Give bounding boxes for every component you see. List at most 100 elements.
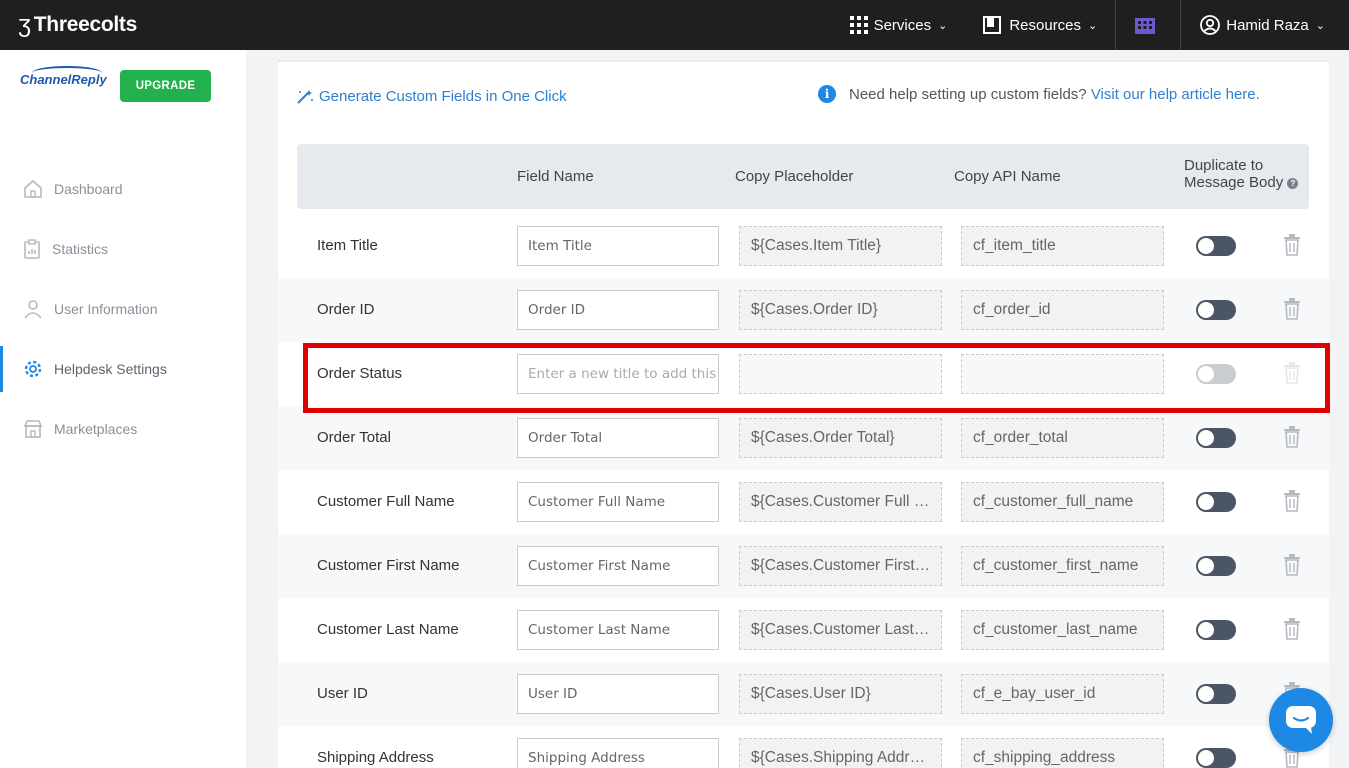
table-row: Customer Full Name Customer Full Name ${… <box>278 470 1329 534</box>
user-menu[interactable]: Hamid Raza ⌄ <box>1180 0 1349 50</box>
sidebar: ChannelReply UPGRADE Dashboard Statistic… <box>0 50 246 768</box>
field-name-input[interactable]: Order Total <box>517 418 719 458</box>
table-row: User ID User ID ${Cases.User ID} cf_e_ba… <box>278 662 1329 726</box>
trash-icon[interactable] <box>1283 618 1301 640</box>
chevron-down-icon: ⌄ <box>938 19 948 32</box>
row-label: Order Total <box>317 429 391 446</box>
duplicate-toggle[interactable] <box>1196 428 1236 448</box>
user-circle-icon <box>1200 15 1221 35</box>
custom-fields-panel: Generate Custom Fields in One Click i Ne… <box>278 60 1329 768</box>
table-header: Field Name Copy Placeholder Copy API Nam… <box>297 144 1309 209</box>
trash-icon[interactable] <box>1283 234 1301 256</box>
sidebar-item-helpdesk-settings[interactable]: Helpdesk Settings <box>0 346 246 392</box>
sidebar-item-label: User Information <box>54 301 158 317</box>
brand-name: Threecolts <box>33 13 138 36</box>
column-header-field-name: Field Name <box>517 168 594 185</box>
duplicate-toggle[interactable] <box>1196 492 1236 512</box>
field-name-input[interactable]: User ID <box>517 674 719 714</box>
channelreply-logo[interactable]: ChannelReply <box>20 66 107 87</box>
copy-api-name-field[interactable]: cf_order_total <box>961 418 1164 458</box>
sidebar-item-user-information[interactable]: User Information <box>0 286 246 332</box>
row-label: Customer Last Name <box>317 621 459 638</box>
sidebar-item-label: Statistics <box>52 241 109 257</box>
row-label: Shipping Address <box>317 749 434 766</box>
help-text: Need help setting up custom fields? <box>849 86 1087 103</box>
sidebar-item-marketplaces[interactable]: Marketplaces <box>0 406 246 452</box>
row-label: User ID <box>317 685 368 702</box>
copy-api-name-field[interactable]: cf_item_title <box>961 226 1164 266</box>
field-name-input[interactable]: Customer Full Name <box>517 482 719 522</box>
copy-placeholder-field[interactable]: ${Cases.Item Title} <box>739 226 942 266</box>
trash-icon[interactable] <box>1283 490 1301 512</box>
copy-api-name-field[interactable]: cf_customer_last_name <box>961 610 1164 650</box>
user-name: Hamid Raza <box>1226 16 1309 34</box>
help-question-icon[interactable]: ? <box>1287 177 1299 189</box>
building-button[interactable] <box>1115 0 1180 50</box>
copy-placeholder-field[interactable]: ${Cases.Order ID} <box>739 290 942 330</box>
duplicate-header-label: Duplicate to Message Body <box>1184 157 1284 191</box>
copy-api-name-field <box>961 354 1164 394</box>
table-row: Customer First Name Customer First Name … <box>278 534 1329 598</box>
generate-custom-fields-link[interactable]: Generate Custom Fields in One Click <box>296 88 567 105</box>
chevron-down-icon: ⌄ <box>1088 19 1098 32</box>
copy-placeholder-field[interactable]: ${Cases.Shipping Address} <box>739 738 942 768</box>
table-row: Shipping Address Shipping Address ${Case… <box>278 726 1329 768</box>
services-menu[interactable]: Services ⌄ <box>832 0 966 50</box>
row-label: Item Title <box>317 237 378 254</box>
field-name-input[interactable]: Item Title <box>517 226 719 266</box>
row-label: Customer First Name <box>317 557 460 574</box>
duplicate-toggle[interactable] <box>1196 300 1236 320</box>
threecolts-logo[interactable]: ʒ Threecolts <box>18 11 137 39</box>
resources-menu[interactable]: Resources ⌄ <box>965 0 1115 50</box>
help-article-link[interactable]: Visit our help article here. <box>1091 86 1260 103</box>
chat-widget-button[interactable] <box>1269 688 1333 752</box>
help-message: i Need help setting up custom fields? Vi… <box>818 84 1278 105</box>
chat-icon <box>1286 706 1316 734</box>
duplicate-toggle[interactable] <box>1196 236 1236 256</box>
trash-icon[interactable] <box>1283 554 1301 576</box>
row-label: Order ID <box>317 301 375 318</box>
trash-icon[interactable] <box>1283 426 1301 448</box>
field-name-input[interactable]: Shipping Address <box>517 738 719 768</box>
field-name-input[interactable]: Enter a new title to add this field <box>517 354 719 394</box>
copy-api-name-field[interactable]: cf_order_id <box>961 290 1164 330</box>
copy-placeholder-field[interactable]: ${Cases.Order Total} <box>739 418 942 458</box>
threecolts-logo-icon: ʒ <box>18 11 31 38</box>
field-name-input[interactable]: Customer Last Name <box>517 610 719 650</box>
sidebar-item-dashboard[interactable]: Dashboard <box>0 166 246 212</box>
sidebar-item-label: Helpdesk Settings <box>54 361 167 377</box>
copy-placeholder-field[interactable]: ${Cases.User ID} <box>739 674 942 714</box>
copy-api-name-field[interactable]: cf_customer_full_name <box>961 482 1164 522</box>
table-row: Order Status Enter a new title to add th… <box>278 342 1329 406</box>
upgrade-button[interactable]: UPGRADE <box>120 70 211 102</box>
duplicate-toggle[interactable] <box>1196 556 1236 576</box>
duplicate-toggle[interactable] <box>1196 748 1236 768</box>
column-header-copy-api-name: Copy API Name <box>954 168 1061 185</box>
copy-placeholder-field[interactable]: ${Cases.Customer Full Name} <box>739 482 942 522</box>
services-label: Services <box>873 16 932 34</box>
duplicate-toggle[interactable] <box>1196 620 1236 640</box>
copy-api-name-field[interactable]: cf_customer_first_name <box>961 546 1164 586</box>
sidebar-item-statistics[interactable]: Statistics <box>0 226 246 272</box>
table-row: Item Title Item Title ${Cases.Item Title… <box>278 214 1329 278</box>
trash-icon[interactable] <box>1283 298 1301 320</box>
duplicate-toggle[interactable] <box>1196 684 1236 704</box>
book-icon <box>983 16 1002 34</box>
table-row: Customer Last Name Customer Last Name ${… <box>278 598 1329 662</box>
home-icon <box>24 179 42 198</box>
copy-api-name-field[interactable]: cf_shipping_address <box>961 738 1164 768</box>
column-header-copy-placeholder: Copy Placeholder <box>735 168 854 185</box>
copy-api-name-field[interactable]: cf_e_bay_user_id <box>961 674 1164 714</box>
table-row: Order Total Order Total ${Cases.Order To… <box>278 406 1329 470</box>
top-navigation-bar: ʒ Threecolts Services ⌄ Resources ⌄ Hami… <box>0 0 1349 50</box>
store-icon <box>23 420 43 438</box>
generate-link-label: Generate Custom Fields in One Click <box>319 88 567 105</box>
building-icon <box>1135 18 1156 34</box>
sidebar-item-label: Marketplaces <box>54 421 138 437</box>
grid-icon <box>849 16 868 34</box>
copy-placeholder-field[interactable]: ${Cases.Customer Last Name} <box>739 610 942 650</box>
field-name-input[interactable]: Customer First Name <box>517 546 719 586</box>
field-name-input[interactable]: Order ID <box>517 290 719 330</box>
user-icon <box>24 300 42 319</box>
copy-placeholder-field[interactable]: ${Cases.Customer First Name} <box>739 546 942 586</box>
